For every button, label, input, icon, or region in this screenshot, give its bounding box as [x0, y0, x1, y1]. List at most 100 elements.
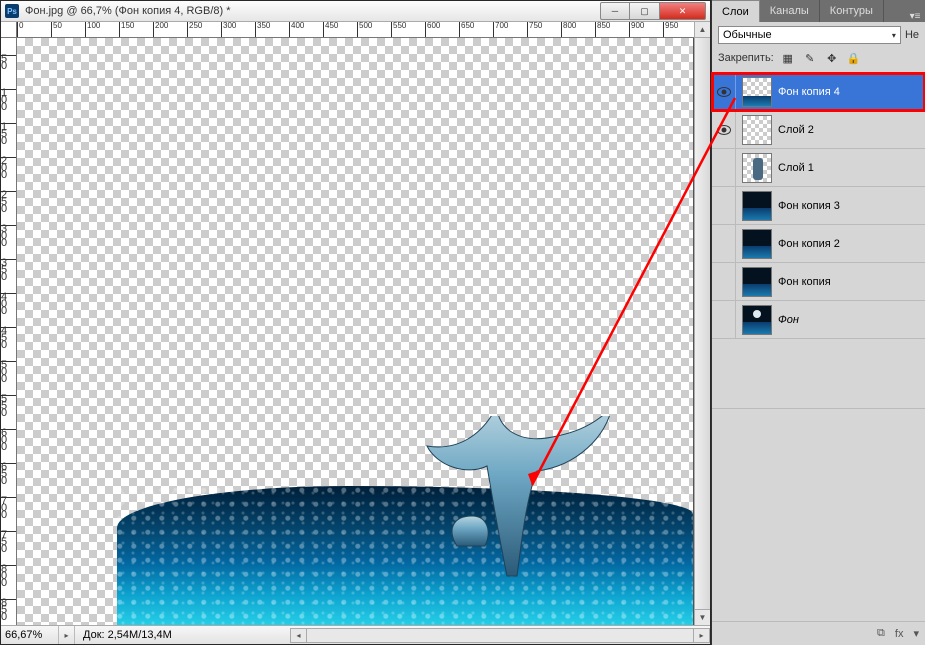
- ruler-tick: 350: [1, 259, 17, 281]
- ruler-tick: 300: [221, 22, 236, 38]
- scrollbar-vertical[interactable]: ▲ ▼: [694, 22, 710, 625]
- tab-layers[interactable]: Слои: [712, 0, 760, 22]
- panel-footer: ⧉ fx ▾: [712, 621, 925, 645]
- layer-name[interactable]: Фон: [778, 314, 925, 326]
- scroll-left-arrow[interactable]: ◂: [291, 629, 307, 642]
- lock-pixels-icon[interactable]: ✎: [802, 50, 818, 66]
- layer-thumbnail[interactable]: [742, 267, 772, 297]
- ruler-tick: 200: [1, 157, 17, 179]
- ruler-tick: 800: [561, 22, 576, 38]
- panel-tabs: Слои Каналы Контуры ▾≡: [712, 0, 925, 22]
- layers-list: Фон копия 4 Слой 2 Слой 1 Фон копия 3 Фон ко…: [712, 73, 925, 339]
- opacity-label: Не: [905, 29, 919, 41]
- blend-mode-select[interactable]: Обычные ▾: [718, 26, 901, 44]
- zoom-readout[interactable]: 66,67%: [1, 626, 59, 644]
- document-content: 0501001502002503003504004505005506006507…: [1, 22, 710, 625]
- link-layers-icon[interactable]: ⧉: [877, 627, 885, 640]
- layer-item[interactable]: Фон копия 2: [712, 225, 925, 263]
- scrollbar-horizontal[interactable]: ◂ ▸: [290, 628, 710, 643]
- ruler-vertical[interactable]: 5010015020025030035040045050055060065070…: [1, 38, 17, 625]
- doc-info[interactable]: Док: 2,54M/13,4M: [75, 629, 290, 641]
- statusbar-menu-icon[interactable]: ▸: [59, 626, 75, 644]
- layer-item[interactable]: Фон копия 4: [712, 73, 925, 111]
- layer-thumbnail[interactable]: [742, 191, 772, 221]
- layer-visibility-toggle[interactable]: [712, 263, 736, 300]
- layer-visibility-toggle[interactable]: [712, 111, 736, 148]
- chevron-down-icon: ▾: [892, 31, 896, 40]
- ruler-tick: 850: [1, 599, 17, 621]
- scroll-up-arrow[interactable]: ▲: [695, 22, 710, 38]
- canvas-viewport[interactable]: [17, 38, 694, 625]
- ruler-tick: 450: [323, 22, 338, 38]
- layer-fx-icon[interactable]: fx: [895, 628, 904, 640]
- ruler-tick: 50: [51, 22, 62, 38]
- ruler-tick: 600: [1, 429, 17, 451]
- ruler-horizontal[interactable]: 0501001502002503003504004505005506006507…: [17, 22, 694, 38]
- document-window: Ps Фон.jpg @ 66,7% (Фон копия 4, RGB/8) …: [0, 0, 711, 645]
- tab-paths[interactable]: Контуры: [820, 0, 884, 22]
- layer-name[interactable]: Слой 1: [778, 162, 925, 174]
- panel-menu-icon[interactable]: ▾≡: [905, 11, 925, 22]
- ruler-tick: 350: [255, 22, 270, 38]
- layer-name[interactable]: Фон копия 3: [778, 200, 925, 212]
- layers-empty-area[interactable]: [712, 339, 925, 409]
- ruler-tick: 600: [425, 22, 440, 38]
- close-button[interactable]: ✕: [660, 2, 706, 20]
- layer-visibility-toggle[interactable]: [712, 187, 736, 224]
- ruler-tick: 450: [1, 327, 17, 349]
- maximize-button[interactable]: ▢: [630, 2, 660, 20]
- ruler-tick: 150: [119, 22, 134, 38]
- ruler-tick: 800: [1, 565, 17, 587]
- layer-item[interactable]: Фон копия: [712, 263, 925, 301]
- ruler-tick: 50: [1, 55, 17, 70]
- ruler-tick: 850: [595, 22, 610, 38]
- ruler-tick: 900: [629, 22, 644, 38]
- layer-item[interactable]: Фон копия 3: [712, 187, 925, 225]
- mermaid-tail: [397, 416, 617, 586]
- layer-thumbnail[interactable]: [742, 305, 772, 335]
- ruler-tick: 250: [1, 191, 17, 213]
- ruler-tick: 400: [1, 293, 17, 315]
- lock-label: Закрепить:: [718, 52, 774, 64]
- layer-item[interactable]: Слой 1: [712, 149, 925, 187]
- footer-chevron-icon[interactable]: ▾: [913, 627, 919, 640]
- tab-channels[interactable]: Каналы: [760, 0, 820, 22]
- ruler-tick: 250: [187, 22, 202, 38]
- layer-thumbnail[interactable]: [742, 115, 772, 145]
- eye-icon: [717, 125, 731, 135]
- ruler-tick: 300: [1, 225, 17, 247]
- ruler-corner: [1, 22, 17, 38]
- ruler-tick: 750: [1, 531, 17, 553]
- ruler-tick: 950: [663, 22, 678, 38]
- ruler-tick: 100: [1, 89, 17, 111]
- ruler-tick: 650: [459, 22, 474, 38]
- lock-all-icon[interactable]: 🔒: [846, 50, 862, 66]
- layer-name[interactable]: Фон копия: [778, 276, 925, 288]
- canvas[interactable]: [17, 38, 693, 625]
- layer-visibility-toggle[interactable]: [712, 149, 736, 186]
- layer-visibility-toggle[interactable]: [712, 73, 736, 110]
- layer-visibility-toggle[interactable]: [712, 225, 736, 262]
- minimize-button[interactable]: ─: [600, 2, 630, 20]
- layer-name[interactable]: Фон копия 2: [778, 238, 925, 250]
- lock-transparency-icon[interactable]: ▦: [780, 50, 796, 66]
- layer-thumbnail[interactable]: [742, 77, 772, 107]
- layer-item[interactable]: Слой 2: [712, 111, 925, 149]
- ruler-tick: 650: [1, 463, 17, 485]
- layer-item[interactable]: Фон: [712, 301, 925, 339]
- ruler-tick: 150: [1, 123, 17, 145]
- scroll-right-arrow[interactable]: ▸: [693, 629, 709, 642]
- app-icon: Ps: [5, 4, 19, 18]
- eye-icon: [717, 87, 731, 97]
- layer-thumbnail[interactable]: [742, 153, 772, 183]
- statusbar: 66,67% ▸ Док: 2,54M/13,4M ◂ ▸: [1, 625, 710, 644]
- titlebar[interactable]: Ps Фон.jpg @ 66,7% (Фон копия 4, RGB/8) …: [1, 1, 710, 22]
- layer-name[interactable]: Фон копия 4: [778, 86, 925, 98]
- scroll-down-arrow[interactable]: ▼: [695, 609, 710, 625]
- layer-visibility-toggle[interactable]: [712, 301, 736, 338]
- layer-name[interactable]: Слой 2: [778, 124, 925, 136]
- ruler-tick: 550: [1, 395, 17, 417]
- layer-thumbnail[interactable]: [742, 229, 772, 259]
- ruler-tick: 200: [153, 22, 168, 38]
- lock-position-icon[interactable]: ✥: [824, 50, 840, 66]
